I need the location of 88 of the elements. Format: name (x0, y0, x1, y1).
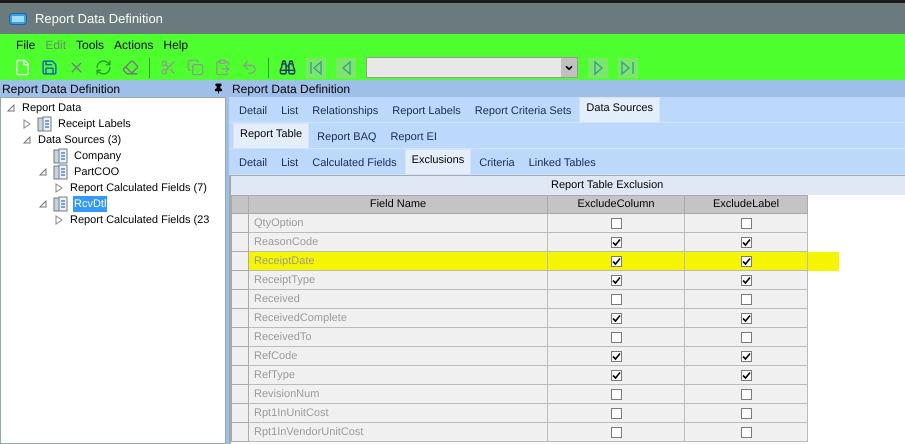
table-cell: ReasonCode (249, 233, 548, 252)
tab[interactable]: List (275, 100, 304, 122)
collapse-caret-icon[interactable] (38, 199, 48, 209)
column-header[interactable]: ExcludeLabel (685, 195, 808, 214)
tree-item[interactable]: Receipt Labels (57, 116, 132, 132)
expand-caret-icon[interactable] (22, 119, 32, 129)
expand-caret-icon[interactable] (54, 215, 64, 225)
table-cell: ReceiptType (249, 271, 548, 290)
tree-item[interactable]: Report Calculated Fields (23 (69, 212, 210, 228)
tab[interactable]: Linked Tables (522, 152, 602, 174)
first-record-icon[interactable] (306, 58, 326, 78)
tab[interactable]: Report EI (384, 126, 443, 148)
tab[interactable]: List (275, 152, 304, 174)
table-cell: Rpt1InVendorUnitCost (249, 423, 548, 442)
checkbox[interactable] (740, 408, 752, 418)
tab[interactable]: Report Labels (386, 100, 467, 122)
tab[interactable]: Exclusions (404, 149, 472, 174)
checkbox[interactable] (610, 312, 622, 324)
previous-record-icon[interactable] (336, 58, 356, 78)
column-header[interactable]: Field Name (249, 195, 548, 214)
checkbox[interactable] (740, 388, 752, 400)
tree-item[interactable]: Data Sources (3) (37, 132, 122, 148)
checkbox[interactable] (740, 370, 752, 380)
tab[interactable]: Data Sources (579, 97, 660, 122)
pin-icon[interactable] (213, 83, 224, 94)
tab[interactable]: Detail (233, 100, 274, 122)
checkbox[interactable] (610, 408, 622, 418)
table-cell: RefType (249, 366, 548, 385)
eraser-icon[interactable] (122, 59, 139, 76)
save-icon[interactable] (41, 59, 58, 76)
tree-item[interactable]: PartCOO (73, 164, 120, 180)
collapse-caret-icon[interactable] (38, 167, 48, 177)
window-title: Report Data Definition (35, 10, 163, 28)
tab[interactable]: Report Table (233, 123, 310, 148)
checkbox[interactable] (740, 332, 752, 342)
table-cell: Received (249, 290, 548, 309)
checkbox[interactable] (740, 312, 752, 324)
record-dropdown[interactable] (366, 57, 578, 78)
book-icon (53, 196, 69, 212)
table-cell: QtyOption (249, 214, 548, 233)
table-cell: Rpt1InUnitCost (249, 404, 548, 423)
table-cell: ReceivedTo (249, 328, 548, 347)
book-icon (53, 164, 69, 180)
last-record-icon[interactable] (618, 58, 638, 78)
checkbox[interactable] (610, 388, 622, 400)
tree-item[interactable]: Company (73, 148, 122, 164)
collapse-caret-icon[interactable] (6, 103, 16, 113)
column-header[interactable]: ExcludeColumn (548, 195, 685, 214)
collapse-caret-icon[interactable] (22, 135, 32, 145)
checkbox[interactable] (740, 236, 752, 248)
panel-title: Report Data Definition (2, 80, 120, 98)
tree-item[interactable]: Report Calculated Fields (7) (69, 180, 208, 196)
search-icon[interactable] (279, 59, 296, 76)
checkbox[interactable] (610, 274, 622, 286)
menu-item[interactable]: Actions (114, 36, 154, 54)
book-icon (37, 116, 53, 132)
tab[interactable]: Relationships (306, 100, 384, 122)
checkbox[interactable] (610, 370, 622, 380)
checkbox[interactable] (740, 218, 752, 228)
menu-item[interactable]: File (16, 36, 36, 54)
checkbox[interactable] (740, 274, 752, 286)
expand-caret-icon[interactable] (54, 183, 64, 193)
checkbox[interactable] (610, 332, 622, 342)
panel-title: Report Data Definition (232, 80, 350, 98)
next-record-icon[interactable] (588, 58, 608, 78)
tab[interactable]: Report Criteria Sets (468, 100, 578, 122)
checkbox[interactable] (610, 426, 622, 438)
tab[interactable]: Report BAQ (311, 126, 382, 148)
menu-item[interactable]: Help (163, 36, 188, 54)
table-cell: ReceivedComplete (249, 309, 548, 328)
table-cell: RefCode (249, 347, 548, 366)
checkbox[interactable] (610, 350, 622, 362)
tab[interactable]: Criteria (473, 152, 521, 174)
table-cell: RevisionNum (249, 385, 548, 404)
checkbox[interactable] (740, 350, 752, 362)
checkbox[interactable] (740, 294, 752, 304)
app-icon (9, 12, 27, 24)
book-icon (53, 148, 69, 164)
checkbox[interactable] (740, 426, 752, 438)
tree-item[interactable]: Report Data (21, 100, 82, 116)
checkbox[interactable] (610, 294, 622, 304)
tab[interactable]: Calculated Fields (306, 152, 403, 174)
caption-text: Report Table Exclusion (551, 178, 664, 194)
refresh-icon[interactable] (95, 59, 112, 76)
checkbox[interactable] (610, 218, 622, 228)
tab[interactable]: Detail (233, 152, 274, 174)
menu-item[interactable]: Tools (76, 36, 104, 54)
checkbox[interactable] (610, 236, 622, 248)
